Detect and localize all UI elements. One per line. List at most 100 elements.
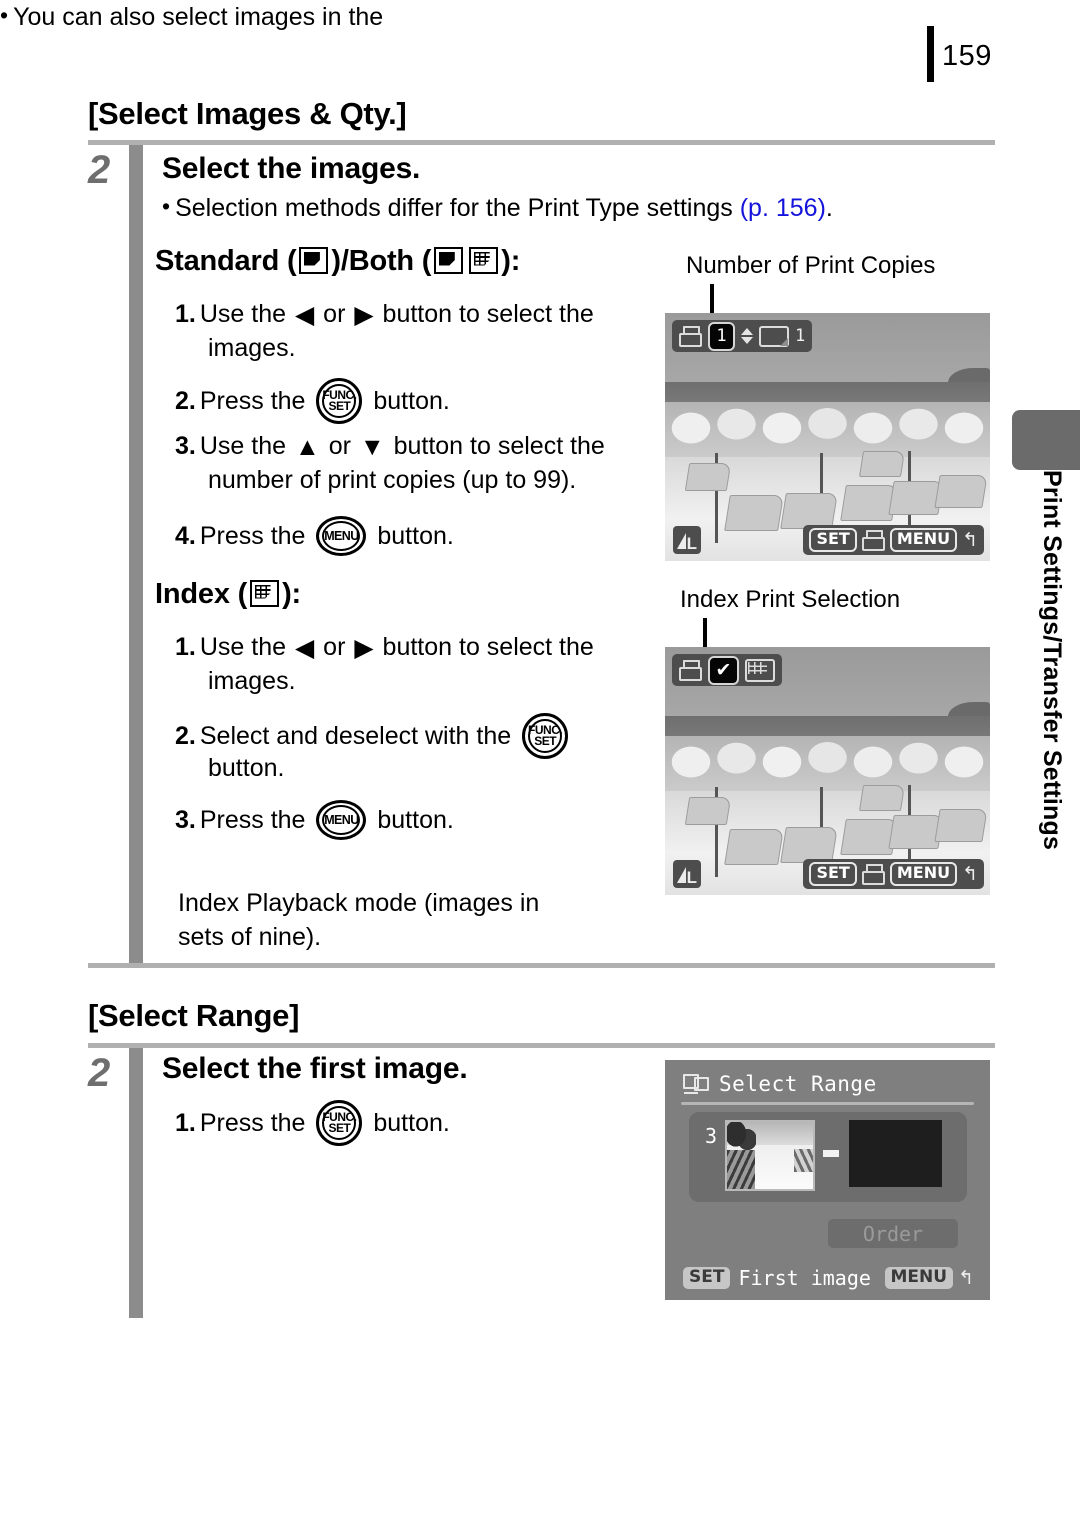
subheading-standard-both: Standard ()/Both (): <box>155 245 520 278</box>
photo-lounger <box>858 785 906 811</box>
subheading-index-suffix: ): <box>282 578 301 610</box>
menu-button-icon: MENU <box>316 516 367 556</box>
step-number-2-range: 2 <box>88 1051 111 1095</box>
instruction-number: 3. <box>175 806 196 834</box>
page-content: [Select Images & Qty.] 2 Select the imag… <box>0 0 1080 1521</box>
subheading-standard-mid: )/Both ( <box>331 245 432 277</box>
figure-caption-number-of-print-copies: Number of Print Copies <box>686 252 936 279</box>
subheading-index: Index (): <box>155 578 301 611</box>
return-arrow-icon: ↰ <box>962 529 978 551</box>
menu-button-icon: MENU <box>316 800 367 840</box>
func-set-button-icon: FUNC. SET <box>316 378 363 424</box>
photo-lounger <box>684 463 732 491</box>
instruction-number: 1. <box>175 1109 196 1137</box>
range-selection-panel: 3 <box>689 1112 967 1202</box>
set-key-action-label: First image <box>738 1266 871 1290</box>
menu-button-label: MENU <box>324 812 359 827</box>
order-button[interactable]: Order <box>828 1219 958 1248</box>
index-print-icon <box>250 580 280 607</box>
copies-count-field[interactable]: 1 <box>708 321 735 351</box>
instruction-tail: button. <box>377 522 454 550</box>
instruction-text: Use the <box>199 633 287 661</box>
instruction-range-1: 1. Press the FUNC. SET button. <box>175 1100 675 1146</box>
range-footer-bar: SET First image MENU ↰ <box>683 1266 974 1290</box>
set-key-label[interactable]: SET <box>809 862 857 886</box>
step-bar-images <box>129 145 143 963</box>
arrow-up-icon: ▲ <box>294 433 320 461</box>
lcd-screen-standard-print: 1 1 SET MENU ↰ <box>665 313 990 561</box>
instruction-or: or <box>323 633 346 661</box>
instruction-number: 2. <box>175 387 196 415</box>
arrow-right-icon: ▶ <box>354 634 374 662</box>
divider-rule-mid <box>88 963 995 968</box>
lcd-bottom-bar-index: SET MENU ↰ <box>803 859 984 889</box>
instruction-standard-1-line2: images. <box>208 334 296 362</box>
arrow-down-icon: ▼ <box>359 433 385 461</box>
instruction-tail: button. <box>377 806 454 834</box>
menu-key-label[interactable]: MENU <box>889 528 958 552</box>
photo-lounger <box>780 493 838 529</box>
range-separator-dash <box>823 1150 839 1157</box>
func-set-line2: SET <box>328 399 351 413</box>
index-selection-checkmark[interactable]: ✔ <box>708 655 739 685</box>
instruction-or: or <box>323 300 346 328</box>
arrow-left-icon: ◀ <box>294 634 315 662</box>
printer-icon <box>679 659 702 681</box>
intro-bullet-text: Selection methods differ for the Print T… <box>175 194 740 222</box>
instruction-text: Use the <box>199 432 287 460</box>
lcd-screen-select-range: Select Range 3 Order SET First image MEN… <box>665 1060 990 1300</box>
instruction-text: Use the <box>199 300 287 328</box>
func-set-button-icon: FUNC. SET <box>316 1100 363 1146</box>
set-key-label[interactable]: SET <box>809 528 857 552</box>
index-print-icon <box>469 247 499 274</box>
instruction-standard-4: 4. Press the MENU button. <box>175 516 675 556</box>
instruction-number: 4. <box>175 522 196 550</box>
instruction-number: 1. <box>175 633 196 661</box>
image-quality-badge-L <box>673 526 701 554</box>
chapter-tab-marker <box>1012 410 1080 470</box>
lcd-bottom-bar-copies: SET MENU ↰ <box>803 525 984 555</box>
photo-lounger <box>724 829 784 865</box>
section-title-select-images: [Select Images & Qty.] <box>88 96 407 131</box>
intro-bullet: • Selection methods differ for the Print … <box>162 192 833 225</box>
lcd-top-status-bar-index: ✔ <box>672 654 782 686</box>
set-key-label[interactable]: SET <box>683 1266 731 1290</box>
instruction-text: Press the <box>199 806 306 834</box>
index-grid-icon <box>745 658 775 682</box>
photo-lounger <box>934 475 988 508</box>
instruction-number: 2. <box>175 722 196 750</box>
single-frame-icon <box>759 325 789 347</box>
range-last-image-placeholder[interactable] <box>849 1120 942 1187</box>
subheading-index-prefix: Index ( <box>155 578 248 610</box>
index-note-text1: You can also select images in the <box>13 3 384 31</box>
index-note-line3: sets of nine). <box>178 923 322 951</box>
range-first-image-thumbnail[interactable] <box>725 1120 815 1191</box>
intro-bullet-period: . <box>825 194 833 222</box>
subheading-standard-suffix: ): <box>501 245 521 277</box>
lcd-screen-index-print: ✔ SET MENU ↰ <box>665 647 990 895</box>
menu-key-label[interactable]: MENU <box>889 862 958 886</box>
divider-rule-bottom <box>88 1043 995 1048</box>
step-heading-select-images: Select the images. <box>162 152 421 185</box>
instruction-text: Press the <box>199 1109 306 1137</box>
instruction-index-3: 3. Press the MENU button. <box>175 800 675 840</box>
instruction-standard-3: 3. Use the ▲ or ▼ button to select the <box>175 430 675 463</box>
instruction-index-1-line2: images. <box>208 667 296 695</box>
instruction-or: or <box>328 432 351 460</box>
standard-print-icon <box>434 247 464 274</box>
page-reference-link[interactable]: (p. 156) <box>740 194 826 222</box>
range-first-image-number: 3 <box>705 1124 718 1148</box>
instruction-tail: button to select the <box>393 432 605 460</box>
func-set-line2: SET <box>534 734 557 748</box>
photo-lounger <box>684 797 732 825</box>
section-title-select-range: [Select Range] <box>88 998 300 1033</box>
instruction-standard-1: 1. Use the ◀ or ▶ button to select the <box>175 298 675 331</box>
lcd-top-status-bar-copies: 1 1 <box>672 320 813 352</box>
printer-icon <box>679 325 702 347</box>
instruction-number: 3. <box>175 432 196 460</box>
figure-caption-index-print-selection: Index Print Selection <box>680 586 901 613</box>
select-range-icon <box>683 1074 709 1094</box>
index-note-line2: Index Playback mode (images in <box>178 889 540 917</box>
instruction-text: Press the <box>199 522 306 550</box>
menu-key-label[interactable]: MENU <box>884 1266 954 1290</box>
